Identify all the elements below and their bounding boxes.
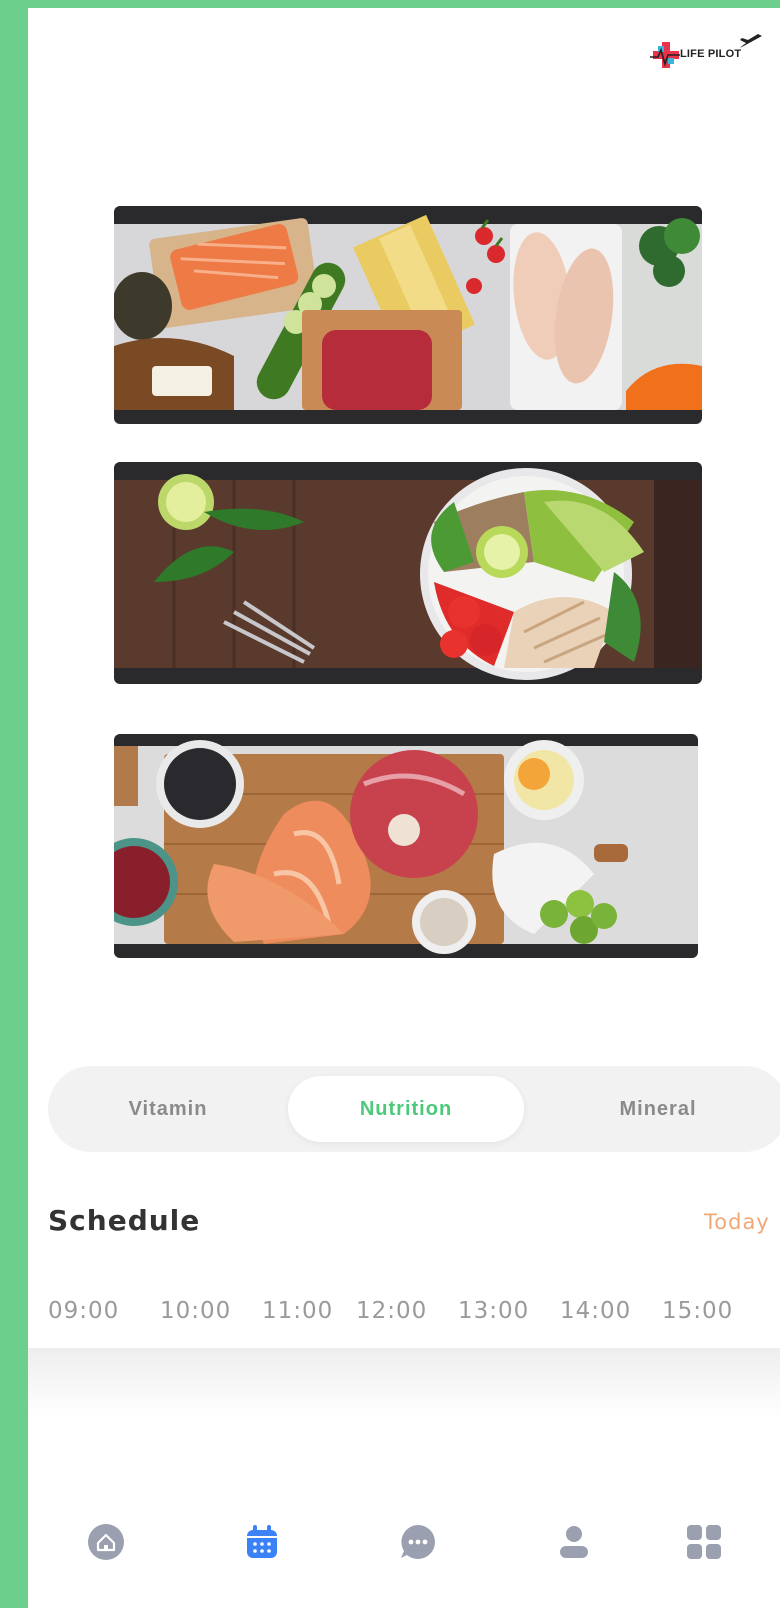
today-link[interactable]: Today [704,1210,770,1234]
time-slot[interactable]: 12:00 [356,1298,427,1324]
protein-ingredients-image [114,214,702,410]
logo-plane-icon [740,34,762,48]
food-image-2[interactable] [114,462,702,684]
nav-calendar[interactable] [240,1520,284,1564]
home-icon [88,1524,124,1560]
bottom-nav [28,1508,780,1608]
food-image-3[interactable] [114,734,698,958]
food-image-1[interactable] [114,206,702,424]
nav-menu[interactable] [682,1520,726,1564]
time-slots: 09:00 10:00 11:00 12:00 13:00 14:00 15:0… [48,1298,780,1332]
logo-text: LIFE PILOT [680,48,742,60]
app-screen: LIFE PILOT Vitamin Nutrition Mineral Sch… [28,8,780,1608]
nav-profile[interactable] [552,1520,596,1564]
salad-bowl-image [114,468,702,680]
nav-chat[interactable] [396,1520,440,1564]
time-slot[interactable]: 09:00 [48,1298,119,1324]
tab-vitamin[interactable]: Vitamin [68,1066,268,1152]
time-slot[interactable]: 10:00 [160,1298,231,1324]
chat-icon [401,1525,435,1559]
tab-mineral[interactable]: Mineral [548,1066,768,1152]
grid-icon [687,1525,721,1559]
time-slot[interactable]: 15:00 [662,1298,733,1324]
time-slot[interactable]: 14:00 [560,1298,631,1324]
tab-nutrition[interactable]: Nutrition [288,1076,524,1142]
category-tabs: Vitamin Nutrition Mineral [48,1066,780,1152]
section-divider [28,1348,780,1418]
schedule-title: Schedule [48,1204,201,1237]
app-logo: LIFE PILOT [648,30,768,80]
meat-fish-ingredients-image [114,740,698,954]
time-slot[interactable]: 11:00 [262,1298,333,1324]
nav-home[interactable] [84,1520,128,1564]
time-slot[interactable]: 13:00 [458,1298,529,1324]
profile-icon [560,1526,588,1558]
calendar-icon [247,1525,277,1558]
